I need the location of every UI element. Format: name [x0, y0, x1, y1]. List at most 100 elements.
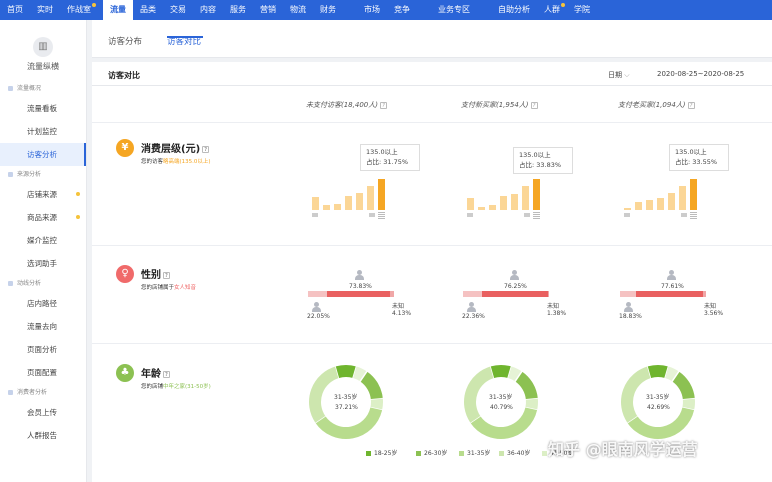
age-donut-segment[interactable]	[525, 398, 538, 411]
consumption-bar[interactable]	[323, 205, 330, 210]
sidebar-item-16[interactable]: 人群报告	[0, 424, 86, 447]
notification-dot	[92, 3, 96, 7]
tab-visitor-distribution[interactable]: 访客分布	[108, 35, 142, 47]
sidebar: ▥ 流量纵横 流量概况 流量看板 计划监控 访客分析 来源分析 店铺来源 商品来源 媒介监控选…	[0, 20, 87, 482]
gender-unknown-bar[interactable]	[548, 291, 549, 297]
age-donut-segment[interactable]	[647, 365, 669, 379]
consumption-bar[interactable]	[312, 197, 319, 210]
consumption-bar[interactable]	[657, 198, 664, 210]
sidebar-item-8[interactable]: 选词助手	[0, 252, 86, 275]
nav-item-5[interactable]: 交易	[163, 0, 193, 20]
age-legend-item[interactable]: 18-25岁	[366, 448, 397, 457]
consumption-bar[interactable]	[489, 205, 496, 210]
nav-item-2[interactable]: 作战室	[60, 0, 98, 20]
nav-item-15[interactable]: 人群	[537, 0, 567, 20]
age-donut-chart	[621, 365, 696, 439]
age-donut-segment[interactable]	[315, 407, 383, 439]
gender-unknown-bar[interactable]	[390, 291, 394, 297]
gender-female-bar[interactable]	[327, 291, 390, 297]
age-legend-item[interactable]: 26-30岁	[416, 448, 447, 457]
sidebar-logo[interactable]: ▥ 流量纵横	[0, 20, 86, 80]
gender-male-bar[interactable]	[620, 291, 636, 297]
sidebar-item-11[interactable]: 流量去向	[0, 315, 86, 338]
sidebar-item-15[interactable]: 会员上传	[0, 401, 86, 424]
axis-icon	[369, 213, 375, 217]
consumption-bar[interactable]	[478, 207, 485, 210]
consumption-bar[interactable]	[345, 196, 352, 210]
nav-item-16[interactable]: 学院	[567, 0, 597, 20]
person-body	[355, 275, 364, 280]
help-icon[interactable]: ?	[379, 101, 387, 109]
gender-female-bar[interactable]	[482, 291, 548, 297]
nav-item-14[interactable]: 自助分析	[491, 0, 537, 20]
consumption-bar[interactable]	[367, 186, 374, 210]
sidebar-group-0: 流量概况	[0, 80, 86, 97]
consumption-bar[interactable]	[500, 196, 507, 210]
nav-item-4[interactable]: 品类	[133, 0, 163, 20]
consumption-bar[interactable]	[679, 186, 686, 210]
gender-female-bar[interactable]	[636, 291, 703, 297]
age-legend-item[interactable]: 36-40岁	[499, 448, 530, 457]
help-icon[interactable]: ?	[202, 145, 210, 153]
nav-item-13[interactable]: 业务专区	[431, 0, 477, 20]
age-donut-segment[interactable]	[664, 366, 679, 382]
axis-icon	[624, 213, 630, 217]
consumption-bar[interactable]	[467, 198, 474, 210]
age-donut-segment[interactable]	[627, 407, 695, 439]
help-icon[interactable]: ?	[163, 370, 170, 378]
age-donut-segment[interactable]	[671, 371, 695, 401]
nav-item-12[interactable]: 竞争	[387, 0, 417, 20]
nav-item-3[interactable]: 流量	[103, 0, 133, 20]
nav-item-0[interactable]: 首页	[0, 0, 30, 20]
help-icon[interactable]: ?	[530, 101, 538, 109]
age-donut-segment[interactable]	[507, 366, 522, 382]
consumption-bar[interactable]	[511, 194, 518, 210]
sidebar-item-13[interactable]: 页面配置	[0, 361, 86, 384]
consumption-bar[interactable]	[668, 193, 675, 210]
consumption-bar[interactable]	[334, 204, 341, 210]
sidebar-item-5[interactable]: 店铺来源	[0, 183, 86, 206]
age-donut-segment[interactable]	[470, 407, 538, 439]
nav-item-6[interactable]: 内容	[193, 0, 223, 20]
sidebar-item-3[interactable]: 访客分析	[0, 143, 86, 166]
gender-male-bar[interactable]	[308, 291, 327, 297]
divider	[92, 343, 772, 344]
age-donut-segment[interactable]	[514, 371, 538, 401]
sidebar-item-12[interactable]: 页面分析	[0, 338, 86, 361]
age-donut-segment[interactable]	[335, 365, 357, 379]
gender-male-bar[interactable]	[463, 291, 482, 297]
help-icon[interactable]: ?	[163, 271, 170, 279]
consumption-bar[interactable]	[624, 208, 631, 210]
consumption-bar[interactable]	[378, 179, 385, 210]
consumption-bar[interactable]	[533, 179, 540, 210]
nav-item-9[interactable]: 物流	[283, 0, 313, 20]
nav-item-10[interactable]: 财务	[313, 0, 343, 20]
help-icon[interactable]: ?	[687, 101, 695, 109]
sidebar-logo-label: 流量纵横	[27, 62, 59, 71]
nav-item-7[interactable]: 服务	[223, 0, 253, 20]
consumption-bar[interactable]	[690, 179, 697, 210]
donut-center-label: 31-35岁	[646, 394, 670, 401]
comparison-grid: 未支付访客(18,400人)? 支付新买家(1,954人)? 支付老买家(1,094…	[92, 62, 772, 482]
consumption-bar[interactable]	[356, 193, 363, 210]
consumption-bar[interactable]	[635, 202, 642, 210]
summary-prefix: 您的店铺属于	[141, 285, 175, 291]
nav-item-1[interactable]: 实时	[30, 0, 60, 20]
sidebar-item-7[interactable]: 媒介监控	[0, 229, 86, 252]
consumption-bar[interactable]	[646, 200, 653, 210]
gender-unknown-bar[interactable]	[703, 291, 706, 297]
sidebar-item-6[interactable]: 商品来源	[0, 206, 86, 229]
nav-item-8[interactable]: 营销	[253, 0, 283, 20]
age-donut-segment[interactable]	[359, 371, 383, 401]
axis-icon	[378, 212, 385, 219]
age-donut-segment[interactable]	[682, 398, 695, 411]
age-donut-segment[interactable]	[370, 398, 383, 411]
age-donut-segment[interactable]	[490, 365, 512, 379]
age-legend-item[interactable]: 31-35岁	[459, 448, 490, 457]
sidebar-item-1[interactable]: 流量看板	[0, 97, 86, 120]
sidebar-item-10[interactable]: 店内路径	[0, 292, 86, 315]
consumption-bar[interactable]	[522, 186, 529, 210]
age-donut-segment[interactable]	[352, 366, 367, 382]
sidebar-item-2[interactable]: 计划监控	[0, 120, 86, 143]
nav-item-11[interactable]: 市场	[357, 0, 387, 20]
